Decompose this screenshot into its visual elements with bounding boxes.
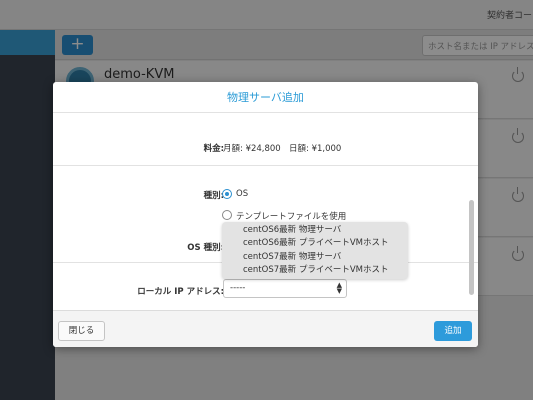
- add-physical-server-dialog: 物理サーバ追加 料金: 月額: ¥24,800 日額: ¥1,000 種別: O…: [53, 82, 478, 347]
- fee-daily: 日額: ¥1,000: [289, 144, 342, 154]
- dialog-body: 料金: 月額: ¥24,800 日額: ¥1,000 種別: OS テンプレート…: [53, 114, 478, 310]
- os-type-dropdown-list: centOS6最新 物理サーバ centOS6最新 プライベートVMホスト ce…: [222, 222, 408, 279]
- fee-label: 料金:: [203, 144, 224, 154]
- dropdown-option[interactable]: centOS6最新 プライベートVMホスト: [222, 237, 408, 250]
- dropdown-option[interactable]: centOS7最新 物理サーバ: [222, 251, 408, 264]
- scrollbar-thumb[interactable]: [469, 200, 474, 295]
- radio-os-label: OS: [236, 189, 249, 199]
- close-button[interactable]: 閉じる: [58, 321, 105, 341]
- fee-monthly: 月額: ¥24,800: [223, 144, 281, 154]
- dialog-title: 物理サーバ追加: [53, 82, 478, 113]
- dropdown-option[interactable]: centOS7最新 プライベートVMホスト: [222, 264, 408, 277]
- type-label: 種別:: [203, 191, 224, 201]
- dialog-footer: 閉じる 追加: [53, 310, 478, 347]
- radio-template-file[interactable]: [222, 210, 232, 220]
- local-ip-select[interactable]: ----- ▲ ▼: [223, 279, 347, 298]
- local-ip-value: -----: [230, 283, 246, 293]
- add-button[interactable]: 追加: [434, 321, 472, 341]
- select-arrows-icon: ▲ ▼: [336, 281, 342, 295]
- dropdown-option[interactable]: centOS6最新 物理サーバ: [222, 224, 408, 237]
- os-type-label: OS 種別:: [187, 243, 224, 253]
- radio-os[interactable]: [222, 189, 232, 199]
- radio-template-file-label: テンプレートファイルを使用: [236, 212, 347, 222]
- fee-section: [53, 114, 478, 166]
- local-ip-label: ローカル IP アドレス:: [137, 287, 224, 297]
